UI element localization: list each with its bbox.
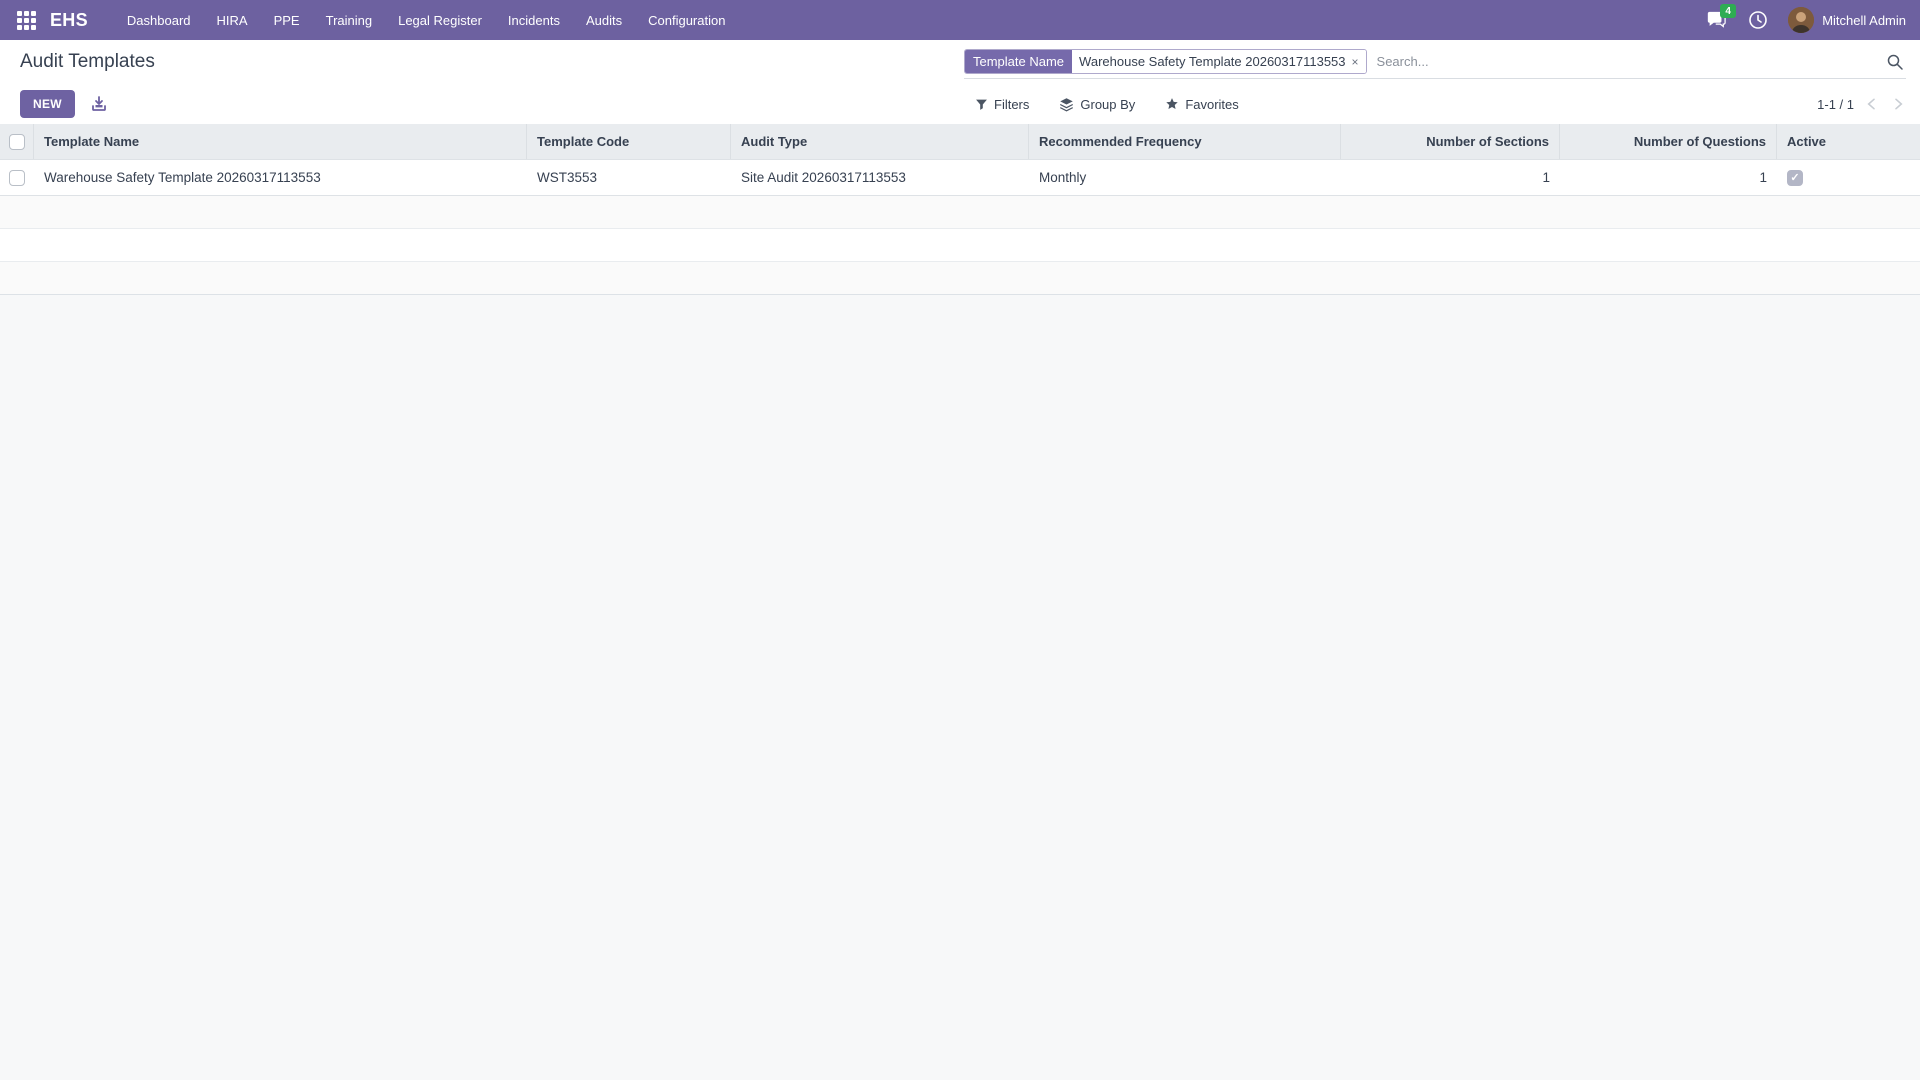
cell-template-name[interactable]: Warehouse Safety Template 20260317113553 [34, 170, 527, 185]
search-bar[interactable]: Template Name Warehouse Safety Template … [964, 45, 1906, 79]
star-icon [1165, 97, 1179, 111]
control-panel-top: Audit Templates Template Name Warehouse … [0, 40, 1920, 84]
facet-label: Template Name [965, 50, 1072, 73]
avatar [1788, 7, 1814, 33]
pager-next-icon[interactable] [1890, 96, 1906, 112]
col-header-active[interactable]: Active [1777, 124, 1920, 159]
main-menu: Dashboard HIRA PPE Training Legal Regist… [114, 0, 739, 40]
col-header-number-of-questions[interactable]: Number of Questions [1560, 124, 1777, 159]
row-checkbox[interactable] [9, 170, 25, 186]
facet-value: Warehouse Safety Template 20260317113553 [1079, 54, 1345, 69]
user-name: Mitchell Admin [1822, 13, 1906, 28]
app-brand[interactable]: EHS [50, 10, 88, 31]
control-panel-bottom: NEW Filters Group By Favorites [0, 84, 1920, 124]
col-header-template-name[interactable]: Template Name [34, 124, 527, 159]
menu-item-hira[interactable]: HIRA [204, 0, 261, 40]
empty-row [0, 196, 1920, 229]
page-title: Audit Templates [20, 51, 155, 73]
col-header-number-of-sections[interactable]: Number of Sections [1341, 124, 1560, 159]
messages-button[interactable]: 4 [1704, 8, 1728, 32]
pager-previous-icon[interactable] [1864, 96, 1880, 112]
cell-number-of-sections[interactable]: 1 [1341, 170, 1560, 185]
table-row[interactable]: Warehouse Safety Template 20260317113553… [0, 160, 1920, 196]
search-options: Filters Group By Favorites [975, 97, 1239, 112]
cell-number-of-questions[interactable]: 1 [1560, 170, 1777, 185]
menu-item-ppe[interactable]: PPE [261, 0, 313, 40]
table-header-row: Template Name Template Code Audit Type R… [0, 124, 1920, 160]
col-header-recommended-frequency[interactable]: Recommended Frequency [1029, 124, 1341, 159]
cell-recommended-frequency[interactable]: Monthly [1029, 170, 1341, 185]
grid-icon [17, 11, 36, 30]
filters-button[interactable]: Filters [975, 97, 1029, 112]
facet-remove-icon[interactable]: × [1352, 56, 1359, 68]
activities-button[interactable] [1746, 8, 1770, 32]
col-header-audit-type[interactable]: Audit Type [731, 124, 1029, 159]
search-facet: Template Name Warehouse Safety Template … [964, 49, 1367, 74]
content-background [0, 295, 1920, 1080]
filter-funnel-icon [975, 98, 988, 111]
group-by-button[interactable]: Group By [1059, 97, 1135, 112]
layers-icon [1059, 97, 1074, 112]
col-header-template-code[interactable]: Template Code [527, 124, 731, 159]
menu-item-dashboard[interactable]: Dashboard [114, 0, 204, 40]
search-input[interactable] [1367, 54, 1886, 69]
search-icon[interactable] [1886, 53, 1904, 71]
pager-range: 1-1 / 1 [1817, 97, 1854, 112]
menu-item-audits[interactable]: Audits [573, 0, 635, 40]
new-button[interactable]: NEW [20, 90, 75, 118]
pager: 1-1 / 1 [1817, 96, 1906, 112]
menu-item-incidents[interactable]: Incidents [495, 0, 573, 40]
empty-row [0, 262, 1920, 295]
user-menu[interactable]: Mitchell Admin [1788, 7, 1906, 33]
messages-count-badge: 4 [1720, 4, 1736, 18]
cell-audit-type[interactable]: Site Audit 20260317113553 [731, 170, 1029, 185]
apps-menu-icon[interactable] [12, 6, 40, 34]
top-navbar: EHS Dashboard HIRA PPE Training Legal Re… [0, 0, 1920, 40]
menu-item-training[interactable]: Training [313, 0, 385, 40]
favorites-button[interactable]: Favorites [1165, 97, 1238, 112]
audit-templates-table: Template Name Template Code Audit Type R… [0, 124, 1920, 295]
active-checkbox: ✓ [1787, 170, 1803, 186]
menu-item-configuration[interactable]: Configuration [635, 0, 738, 40]
empty-row [0, 229, 1920, 262]
clock-icon [1748, 10, 1768, 30]
download-icon [91, 96, 107, 112]
menu-item-legal-register[interactable]: Legal Register [385, 0, 495, 40]
select-all-checkbox[interactable] [9, 134, 25, 150]
cell-template-code[interactable]: WST3553 [527, 170, 731, 185]
export-button[interactable] [91, 96, 107, 112]
checkmark-icon: ✓ [1790, 171, 1799, 184]
